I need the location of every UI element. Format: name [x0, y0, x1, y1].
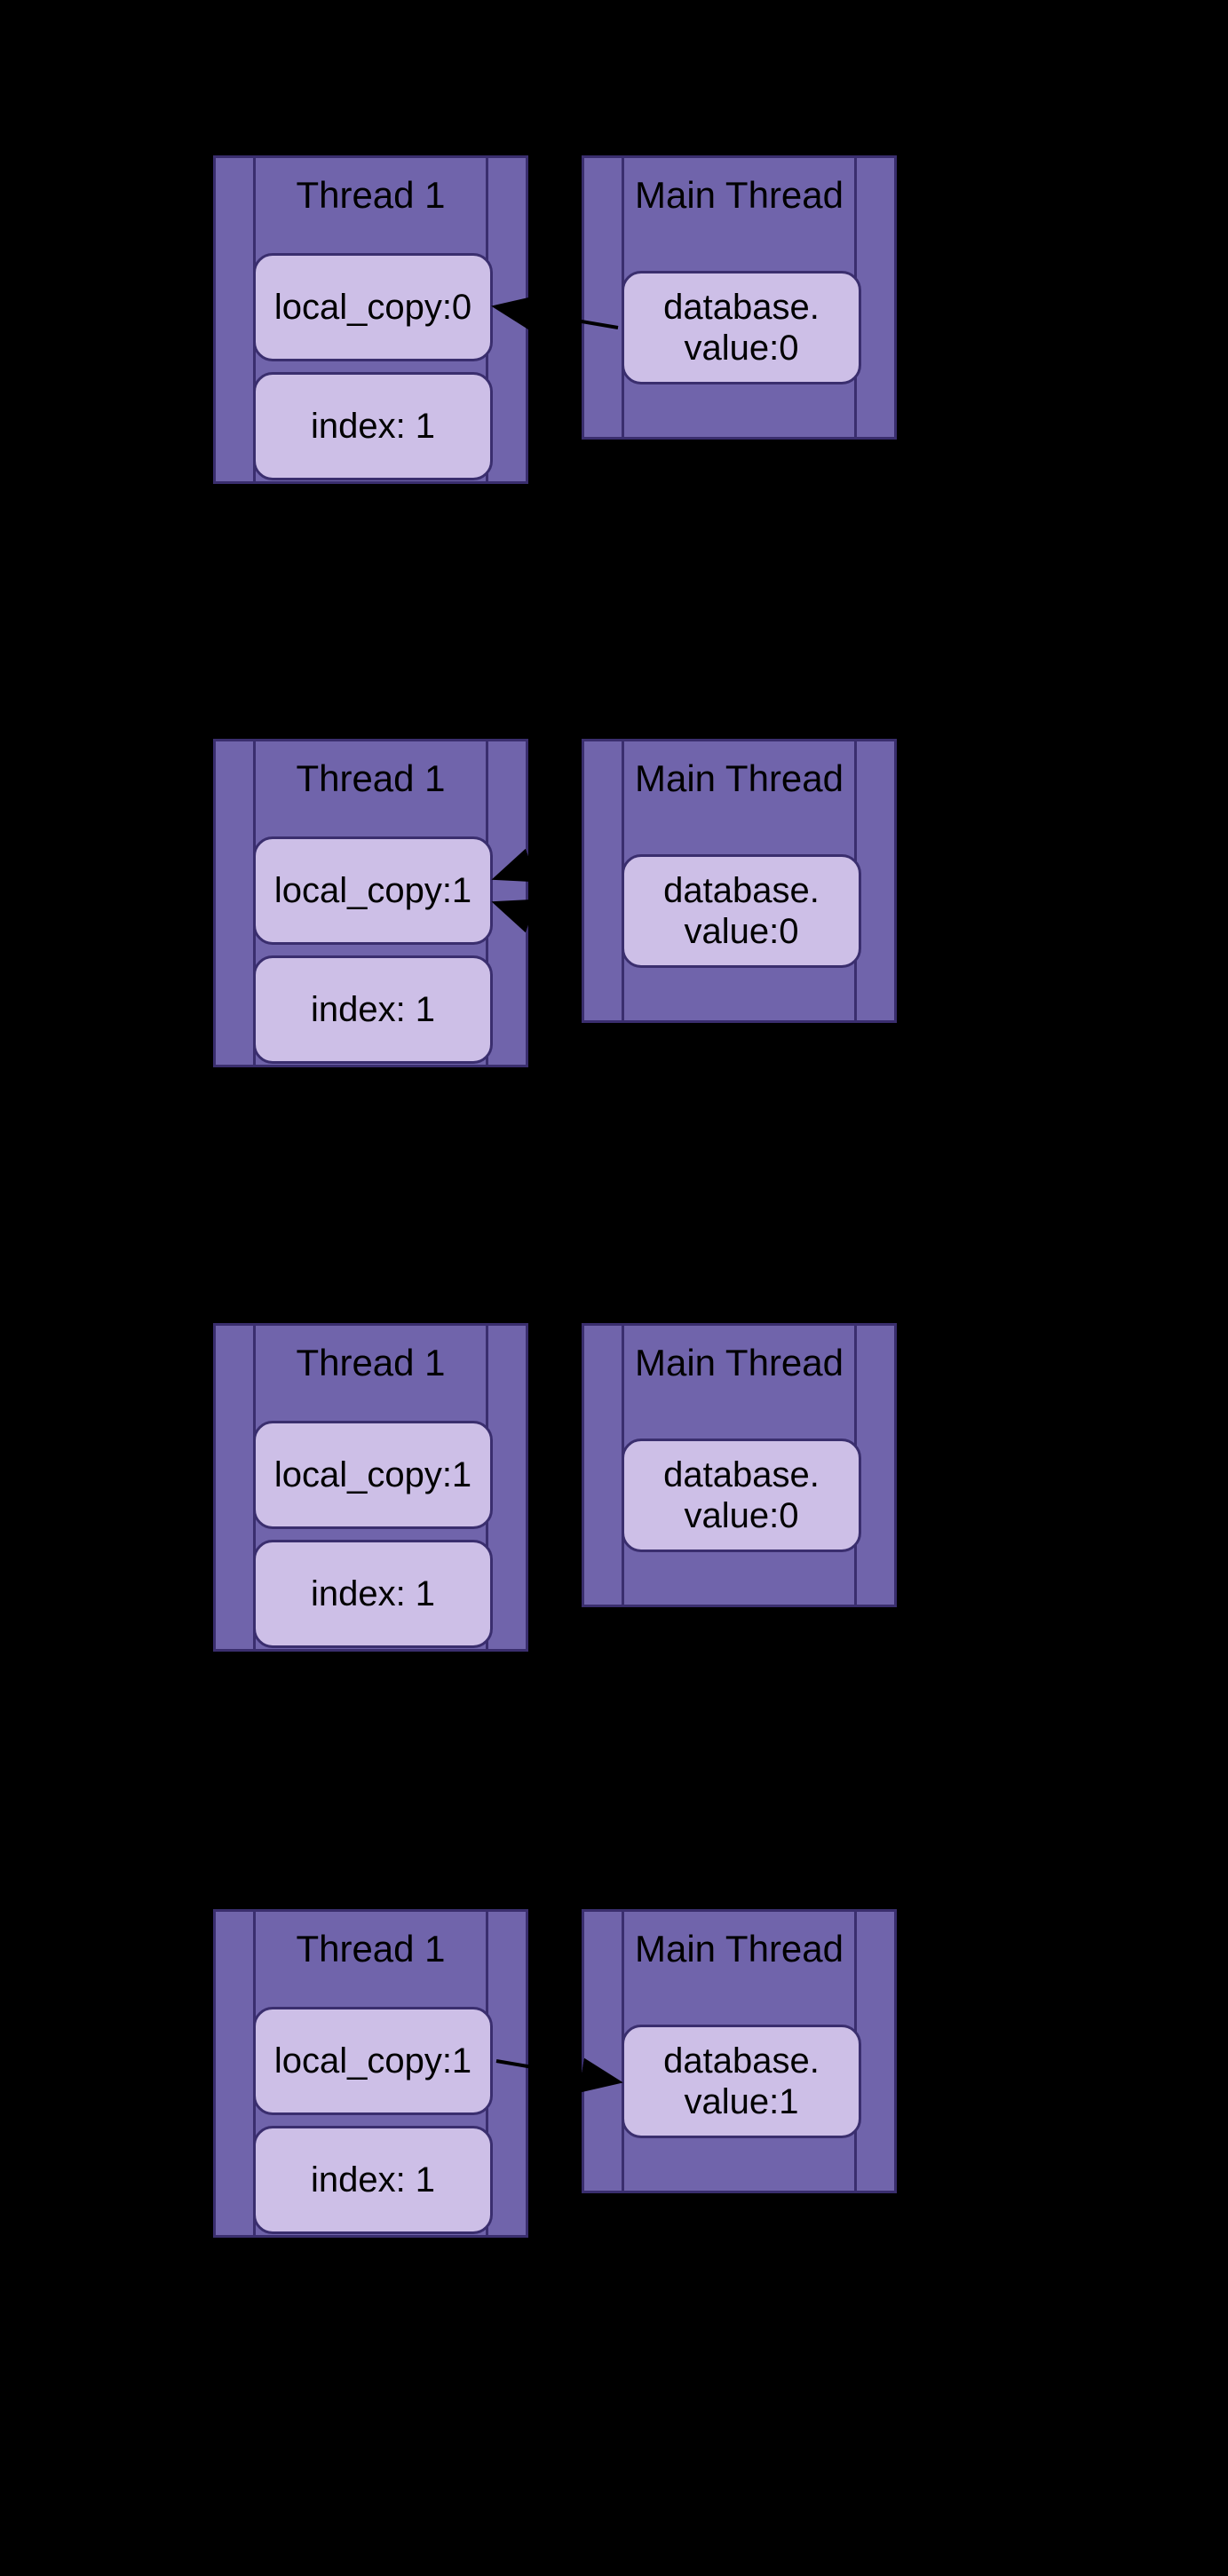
- main-thread-title: Main Thread: [584, 1912, 894, 1970]
- index-var: index: 1: [253, 1540, 493, 1648]
- local-copy-var: local_copy:1: [253, 1421, 493, 1529]
- stage-3: Thread 1 Main Thread local_copy:1 index: 1 d…: [0, 1323, 1228, 1687]
- thread-1-title: Thread 1: [216, 1912, 526, 1970]
- database-value-var: database. value:1: [622, 2025, 861, 2138]
- local-copy-var: local_copy:0: [253, 253, 493, 361]
- thread-1-title: Thread 1: [216, 741, 526, 800]
- index-var: index: 1: [253, 955, 493, 1064]
- main-thread-title: Main Thread: [584, 1326, 894, 1384]
- database-value-var: database. value:0: [622, 1439, 861, 1552]
- index-var: index: 1: [253, 372, 493, 480]
- local-copy-var: local_copy:1: [253, 836, 493, 945]
- index-var: index: 1: [253, 2126, 493, 2234]
- main-thread-title: Main Thread: [584, 158, 894, 217]
- stage-2: Thread 1 Main Thread local_copy:1index: 1 d…: [0, 739, 1228, 1103]
- local-copy-var: local_copy:1: [253, 2007, 493, 2115]
- main-thread-title: Main Thread: [584, 741, 894, 800]
- stage-4: Thread 1 Main Thread local_copy:1 index: 1 d…: [0, 1909, 1228, 2273]
- database-value-var: database. value:0: [622, 271, 861, 384]
- thread-1-title: Thread 1: [216, 158, 526, 217]
- stage-1: Thread 1 Main Thread local_copy:0 index: 1 d…: [0, 155, 1228, 519]
- database-value-var: database. value:0: [622, 854, 861, 968]
- thread-1-title: Thread 1: [216, 1326, 526, 1384]
